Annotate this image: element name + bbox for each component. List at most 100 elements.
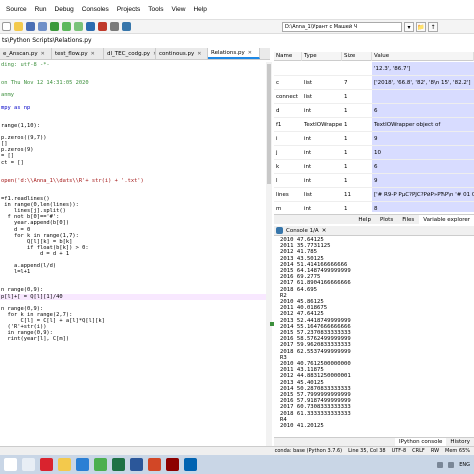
menu-item-help[interactable]: Help [189,6,210,13]
network-icon[interactable] [437,461,444,468]
opera-icon[interactable] [40,458,53,471]
menu-item-view[interactable]: View [167,6,189,13]
tab-history[interactable]: History [446,438,474,446]
ipython-console-output[interactable]: 2010 47.64125 2011 35.7731125 2012 41.785 2… [274,237,472,437]
variable-value: '12.3', '86.7'] [372,62,474,75]
variable-name: i [276,136,278,142]
variable-row[interactable]: c list 7 ['2018', '66.8', '82', '8\n 15', '… [274,76,474,90]
editor-scroll-thumb[interactable] [267,64,271,184]
editor-tab[interactable]: continous.py ✕ [156,48,208,59]
column-header-type[interactable]: Type [302,52,342,61]
editor-tab[interactable]: e_Anscan.py ✕ [0,48,52,59]
open-folder-icon[interactable] [14,22,23,31]
python-path-icon[interactable] [122,22,131,31]
volume-icon[interactable] [448,461,455,468]
column-header-size[interactable]: Size [342,52,372,61]
editor-tab-label: e_Anscan.py [3,50,38,57]
console-tab-label[interactable]: Console 1/A [286,228,319,234]
variable-row[interactable]: l int 1 9 [274,174,474,188]
language-indicator[interactable]: ENG [459,462,470,468]
search-icon[interactable] [22,458,35,471]
variable-row[interactable]: connect list 1 [274,90,474,104]
variable-name: d [276,108,280,114]
editor-tabs: e_Anscan.py✕test_flow.py✕dl_TEC_codg.py✕… [0,48,270,60]
editor-file-path: ts\Python Scripts\Relations.py [0,36,270,46]
debug-icon[interactable] [86,22,95,31]
run-cell-icon[interactable] [62,22,71,31]
powerpoint-icon[interactable] [148,458,161,471]
folder-icon[interactable] [58,458,71,471]
menu-item-run[interactable]: Run [31,6,51,13]
status-encoding: UTF-8 [391,448,407,454]
variable-row[interactable]: j int 1 10 [274,146,474,160]
stop-icon[interactable] [98,22,107,31]
word-icon[interactable] [130,458,143,471]
spyder-icon[interactable] [166,458,179,471]
tab-variable-explorer[interactable]: Variable explorer [419,215,474,224]
working-directory-field[interactable]: D:\Anna_1\Урант с Машей Ч [282,22,402,32]
variable-row[interactable]: k int 1 6 [274,160,474,174]
browse-folder-button[interactable]: ▾ [404,22,414,32]
variable-value: ['# R9-P PμC?PЈC?PйP»PЋР\n '# 01 06 07 [372,188,474,201]
variable-name: m [276,206,282,212]
variable-row[interactable]: lines list 11 ['# R9-P PμC?PЈC?PйP»PЋР\n '#… [274,188,474,202]
variable-type: int [304,206,312,212]
close-icon[interactable]: ✕ [41,48,45,59]
settings-icon[interactable] [110,22,119,31]
tab-files[interactable]: Files [398,215,418,224]
editor-tab[interactable]: dl_TEC_codg.py✕ [104,48,156,59]
variable-value [372,90,474,103]
variable-row[interactable]: d int 1 6 [274,104,474,118]
run-selection-icon[interactable] [74,22,83,31]
main-toolbar [0,20,474,34]
new-file-icon[interactable] [2,22,11,31]
menu-item-debug[interactable]: Debug [51,6,78,13]
tab-help[interactable]: Help [354,215,375,224]
code-editor[interactable]: ding: utf-8 -*- on Thu Nov 12 14:31:05 20… [0,62,272,452]
variable-size: 1 [344,136,348,142]
parent-dir-button[interactable]: ↑ [428,22,438,32]
chrome-icon[interactable] [94,458,107,471]
windows-start-icon[interactable] [4,458,17,471]
variable-value: ['2018', '66.8', '82', '8\n 15', '82.2'] [372,76,474,89]
variable-size: 1 [344,108,348,114]
variable-row[interactable]: f1 TextIOWrapper 1 TextIOWrapper object of [274,118,474,132]
status-position: Line 35, Col 38 [348,448,386,454]
column-header-value[interactable]: Value [372,52,474,61]
variable-size: 1 [344,150,348,156]
editor-tab-label: dl_TEC_codg.py [107,50,151,57]
menu-item-consoles[interactable]: Consoles [78,6,113,13]
variable-size [342,62,372,75]
menu-item-tools[interactable]: Tools [144,6,167,13]
save-icon[interactable] [26,22,35,31]
run-icon[interactable] [50,22,59,31]
close-icon[interactable]: ✕ [322,228,327,234]
close-icon[interactable]: ✕ [197,48,201,59]
tab-ipython-console[interactable]: IPython console [394,438,447,446]
edge-icon[interactable] [76,458,89,471]
variable-row[interactable]: m int 1 8 [274,202,474,212]
editor-tab[interactable]: Relations.py ✕ [208,48,260,59]
open-folder-button[interactable]: 📁 [416,22,426,32]
save-all-icon[interactable] [38,22,47,31]
excel-icon[interactable] [112,458,125,471]
system-tray: ENG [437,461,474,468]
editor-tab[interactable]: test_flow.py ✕ [52,48,104,59]
variable-name: l [276,178,278,184]
variable-name: k [276,164,280,170]
close-icon[interactable]: ✕ [91,48,95,59]
column-header-name[interactable]: Name [274,52,302,61]
console-toolbar: Console 1/A ✕ [274,226,474,236]
menu-item-source[interactable]: Source [2,6,31,13]
variable-row[interactable]: i int 1 9 [274,132,474,146]
variable-row[interactable]: '12.3', '86.7'] [274,62,474,76]
photos-icon[interactable] [184,458,197,471]
variable-value: TextIOWrapper object of [372,118,474,131]
code-content[interactable]: ding: utf-8 -*- on Thu Nov 12 14:31:05 20… [0,62,270,342]
tab-plots[interactable]: Plots [376,215,397,224]
variable-type: int [304,150,312,156]
variable-name: j [276,150,278,156]
close-icon[interactable]: ✕ [248,48,252,57]
menu-item-projects[interactable]: Projects [113,6,144,13]
status-bar: conda: base (Python 3.7.6) Line 35, Col … [0,446,474,455]
